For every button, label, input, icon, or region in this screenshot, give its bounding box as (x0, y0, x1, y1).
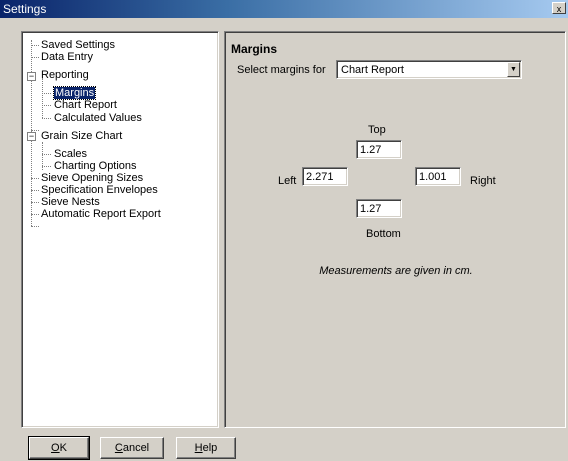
left-margin-value: 2.271 (306, 171, 334, 183)
bottom-margin-value: 1.27 (360, 203, 382, 215)
tree-line (31, 202, 39, 203)
right-label: Right (470, 175, 496, 187)
tree-line (42, 166, 51, 167)
tree-item-reporting[interactable]: Reporting (41, 69, 89, 81)
tree-item-saved-settings[interactable]: Saved Settings (41, 39, 115, 51)
cancel-button[interactable]: Cancel (100, 437, 164, 459)
left-margin-field[interactable]: 2.271 (302, 167, 348, 186)
tree-line (31, 57, 39, 58)
tree-item-data-entry[interactable]: Data Entry (41, 51, 93, 63)
help-button[interactable]: Help (176, 437, 236, 459)
bottom-label: Bottom (366, 228, 401, 240)
dropdown-value: Chart Report (341, 64, 404, 76)
tree-item-sieve-opening-sizes[interactable]: Sieve Opening Sizes (41, 172, 143, 184)
tree-line (42, 93, 51, 94)
margins-panel: Margins Select margins for Chart Report … (224, 31, 566, 428)
collapse-icon[interactable]: − (27, 72, 36, 81)
window-title: Settings (3, 2, 47, 16)
tree-item-label: Margins (52, 86, 97, 100)
tree-line (31, 226, 39, 227)
tree-line (42, 105, 51, 106)
cancel-label-rest: ancel (122, 442, 150, 454)
left-label: Left (278, 175, 297, 187)
tree-item-sieve-nests[interactable]: Sieve Nests (41, 196, 100, 208)
help-mnemonic: H (194, 442, 203, 454)
ok-label-rest: K (59, 442, 67, 454)
tree-item-calculated-values[interactable]: Calculated Values (54, 112, 142, 124)
top-label: Top (368, 124, 386, 136)
tree-item-scales[interactable]: Scales (54, 148, 87, 160)
tree-item-margins[interactable]: Margins (52, 86, 97, 100)
right-margin-field[interactable]: 1.001 (415, 167, 461, 186)
cancel-mnemonic: C (114, 442, 123, 454)
panel-heading: Margins (231, 42, 278, 56)
tree-item-chart-report[interactable]: Chart Report (54, 99, 117, 111)
units-note: Measurements are given in cm. (319, 265, 473, 277)
tree-item-automatic-report-export[interactable]: Automatic Report Export (41, 208, 161, 220)
ok-button[interactable]: OK (28, 436, 90, 460)
tree-line (42, 118, 51, 119)
settings-tree[interactable]: Saved Settings Data Entry − Reporting Ma… (21, 31, 219, 428)
help-label-rest: elp (202, 442, 218, 454)
bottom-margin-field[interactable]: 1.27 (356, 199, 402, 218)
margins-for-dropdown[interactable]: Chart Report ▼ (336, 60, 522, 79)
tree-line (31, 45, 39, 46)
tree-item-grain-size-chart[interactable]: Grain Size Chart (41, 130, 122, 142)
top-margin-field[interactable]: 1.27 (356, 140, 402, 159)
tree-line (31, 214, 39, 215)
title-bar: Settings x (0, 0, 568, 18)
tree-item-charting-options[interactable]: Charting Options (54, 160, 137, 172)
close-button[interactable]: x (552, 2, 566, 14)
tree-line (42, 154, 51, 155)
collapse-icon[interactable]: − (27, 132, 36, 141)
ok-mnemonic: O (51, 442, 60, 454)
tree-line (42, 78, 43, 118)
select-margins-label: Select margins for (237, 64, 326, 76)
right-margin-value: 1.001 (419, 171, 447, 183)
tree-item-specification-envelopes[interactable]: Specification Envelopes (41, 184, 158, 196)
tree-line (31, 190, 39, 191)
tree-line (31, 178, 39, 179)
chevron-down-icon[interactable]: ▼ (507, 62, 520, 77)
top-margin-value: 1.27 (360, 144, 382, 156)
